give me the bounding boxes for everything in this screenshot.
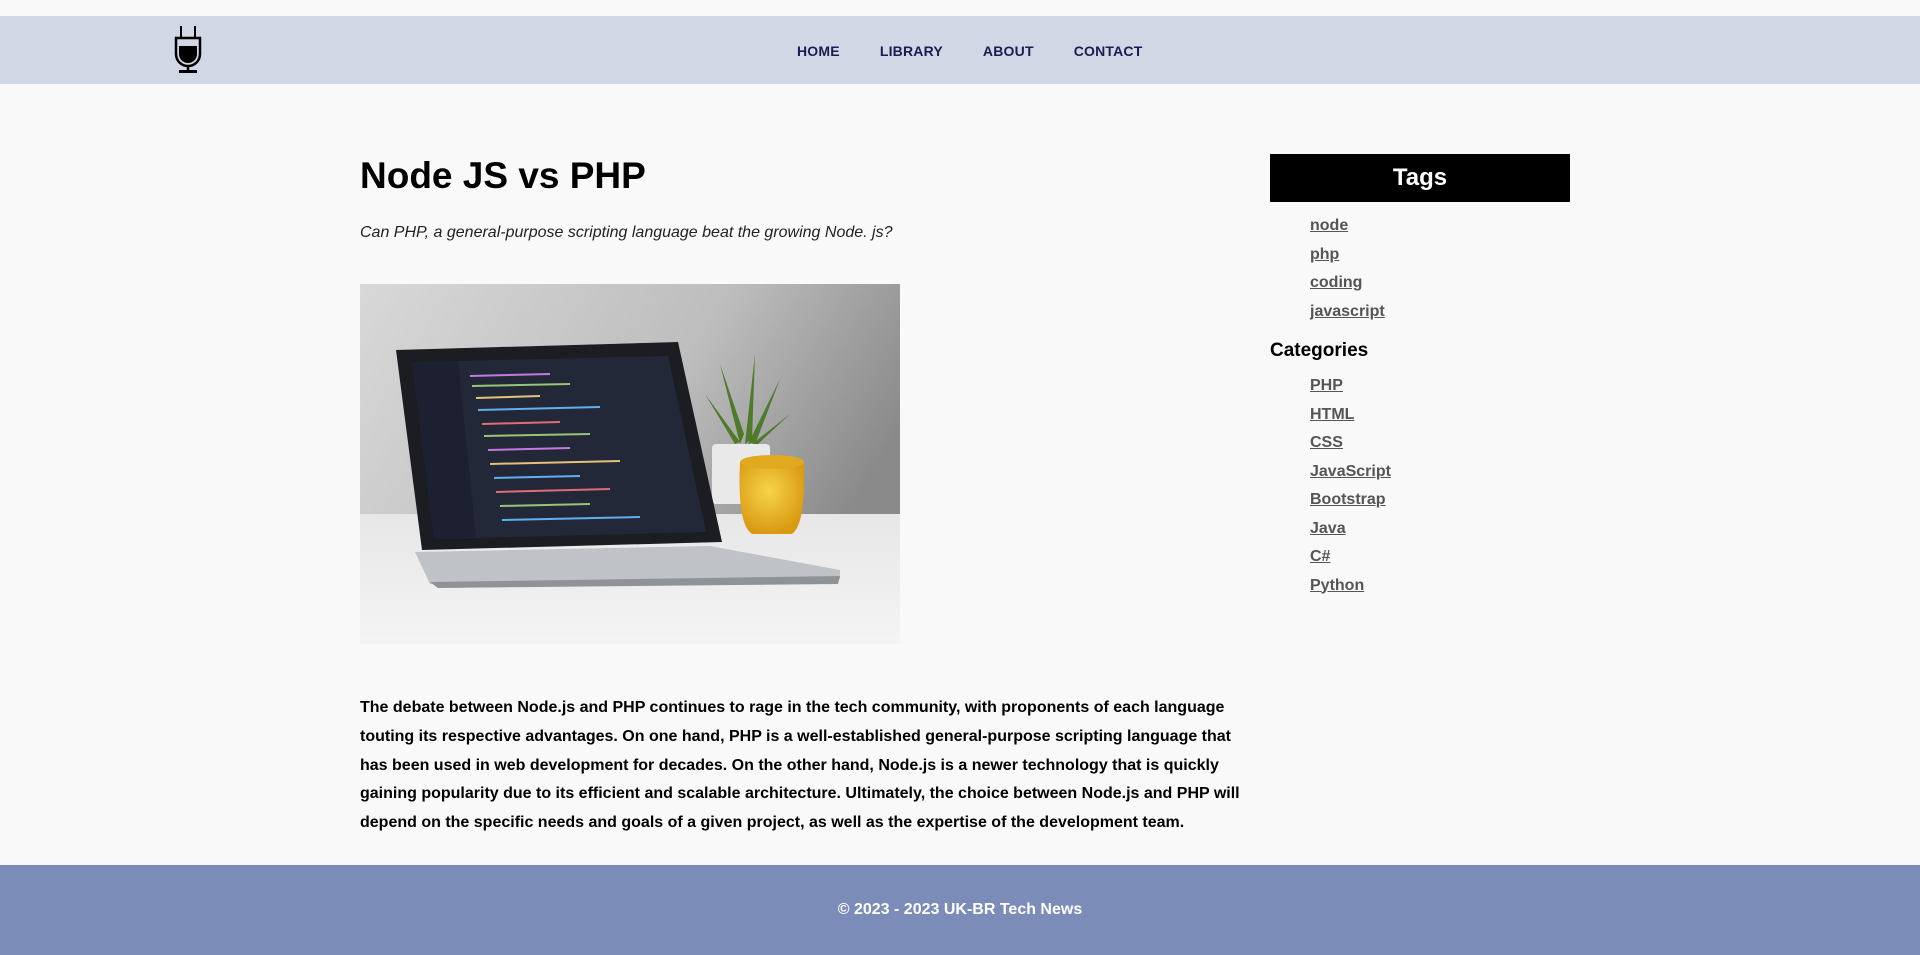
list-item: JavaScript (1310, 458, 1570, 487)
article-hero-image (360, 284, 900, 644)
navbar: HOME LIBRARY ABOUT CONTACT (0, 16, 1920, 84)
article-body: The debate between Node.js and PHP conti… (360, 699, 1240, 832)
category-link-python[interactable]: Python (1310, 577, 1364, 594)
list-item: HTML (1310, 401, 1570, 430)
category-link-bootstrap[interactable]: Bootstrap (1310, 491, 1386, 508)
main-nav: HOME LIBRARY ABOUT CONTACT (797, 43, 1183, 59)
tags-heading: Tags (1270, 154, 1570, 202)
list-item: C# (1310, 543, 1570, 572)
category-link-java[interactable]: Java (1310, 520, 1346, 537)
category-link-html[interactable]: HTML (1310, 406, 1354, 423)
category-link-php[interactable]: PHP (1310, 377, 1343, 394)
footer: © 2023 - 2023 UK-BR Tech News (0, 865, 1920, 955)
list-item: Python (1310, 572, 1570, 601)
footer-copyright: © 2023 - 2023 UK-BR Tech News (837, 901, 1083, 918)
nav-library[interactable]: LIBRARY (880, 43, 943, 59)
list-item: php (1310, 241, 1570, 270)
sidebar: Tags node php coding javascript Categori… (1270, 154, 1570, 600)
tag-link-coding[interactable]: coding (1310, 274, 1362, 291)
category-link-csharp[interactable]: C# (1310, 548, 1330, 565)
list-item: CSS (1310, 429, 1570, 458)
tags-list: node php coding javascript (1310, 212, 1570, 326)
list-item: PHP (1310, 372, 1570, 401)
tag-link-node[interactable]: node (1310, 217, 1348, 234)
list-item: Java (1310, 515, 1570, 544)
list-item: Bootstrap (1310, 486, 1570, 515)
article-header: Node JS vs PHP Can PHP, a general-purpos… (360, 150, 1260, 244)
list-item: javascript (1310, 298, 1570, 327)
category-link-javascript[interactable]: JavaScript (1310, 463, 1391, 480)
nav-home[interactable]: HOME (797, 43, 840, 59)
laptop-photo (360, 284, 900, 644)
article-subtitle: Can PHP, a general-purpose scripting lan… (360, 224, 893, 241)
category-link-css[interactable]: CSS (1310, 434, 1343, 451)
microphone-icon (174, 26, 202, 73)
list-item: node (1310, 212, 1570, 241)
top-strip (0, 0, 1920, 16)
categories-list: PHP HTML CSS JavaScript Bootstrap Java C… (1310, 372, 1570, 600)
nav-contact[interactable]: CONTACT (1074, 43, 1143, 59)
list-item: coding (1310, 269, 1570, 298)
tag-link-javascript[interactable]: javascript (1310, 303, 1385, 320)
nav-about[interactable]: ABOUT (983, 43, 1034, 59)
article-title: Node JS vs PHP (360, 155, 646, 196)
categories-heading: Categories (1270, 340, 1369, 361)
tag-link-php[interactable]: php (1310, 246, 1339, 263)
